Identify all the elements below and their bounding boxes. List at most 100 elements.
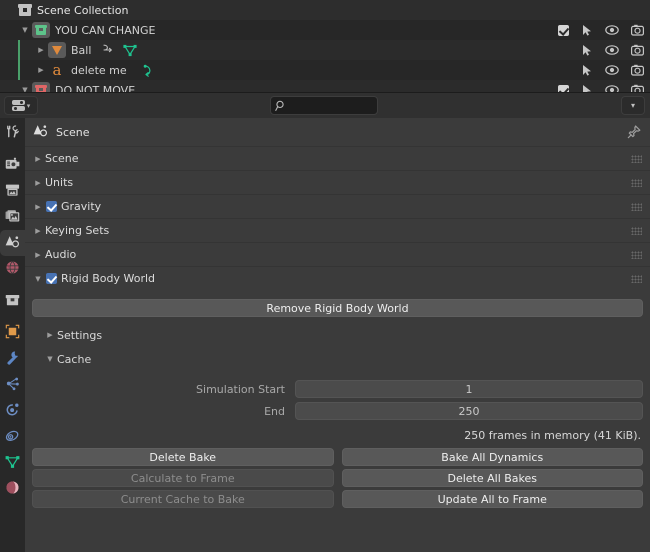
panel-header-rigid-body-world[interactable]: ▼ Rigid Body World — [25, 266, 650, 290]
field-simulation-start[interactable]: Simulation Start 1 — [25, 379, 650, 399]
eye-icon[interactable] — [605, 84, 619, 92]
scene-cone-sphere-icon — [33, 124, 48, 141]
animation-data-icon[interactable] — [141, 64, 155, 77]
outliner-row-label: Scene Collection — [37, 3, 129, 17]
field-end[interactable]: End 250 — [25, 401, 650, 421]
subpanel-header-settings[interactable]: ▶ Settings — [25, 323, 650, 347]
disclosure-triangle[interactable]: ▼ — [18, 80, 32, 92]
world-globe-icon — [5, 260, 20, 278]
exclude-checkbox[interactable] — [558, 24, 569, 36]
tab-physics[interactable] — [0, 398, 25, 424]
camera-icon[interactable] — [631, 44, 645, 56]
outliner-row-toggles[interactable] — [558, 80, 644, 92]
tab-view-layer[interactable] — [0, 204, 25, 230]
disclosure-triangle[interactable]: ▶ — [34, 40, 48, 60]
eye-icon[interactable] — [605, 24, 619, 36]
cursor-select-icon[interactable] — [581, 64, 593, 76]
calculate-to-frame-button[interactable]: Calculate to Frame — [32, 469, 334, 487]
collection-icon-green — [32, 22, 50, 38]
cursor-select-icon[interactable] — [581, 24, 593, 36]
disclosure-triangle[interactable]: ▶ — [43, 331, 57, 339]
current-cache-to-bake-button[interactable]: Current Cache to Bake — [32, 490, 334, 508]
tab-modifiers[interactable] — [0, 346, 25, 372]
hierarchy-line — [18, 40, 20, 60]
tab-output[interactable] — [0, 178, 25, 204]
tab-tool[interactable] — [0, 120, 25, 146]
subpanel-header-cache[interactable]: ▼ Cache — [25, 347, 650, 371]
camera-icon[interactable] — [631, 24, 645, 36]
collection-icon — [18, 3, 32, 17]
tab-scene[interactable] — [0, 230, 25, 256]
cursor-select-icon[interactable] — [581, 84, 593, 92]
render-camera-icon — [5, 157, 20, 174]
disclosure-triangle[interactable]: ▶ — [31, 203, 45, 211]
field-value[interactable]: 250 — [295, 402, 643, 420]
panel-header-scene[interactable]: ▶ Scene — [25, 146, 650, 170]
tab-constraints[interactable] — [0, 424, 25, 450]
modifier-icon[interactable] — [101, 44, 115, 56]
view-layer-images-icon — [5, 209, 20, 226]
disclosure-triangle[interactable]: ▶ — [34, 60, 48, 80]
disclosure-triangle[interactable]: ▶ — [31, 155, 45, 163]
tab-world[interactable] — [0, 256, 25, 282]
tab-object-data[interactable] — [0, 450, 25, 476]
panel-header-units[interactable]: ▶ Units — [25, 170, 650, 194]
disclosure-triangle[interactable]: ▼ — [31, 275, 45, 283]
panel-label: Scene — [45, 152, 79, 165]
editor-type-selector[interactable]: ▾ — [4, 96, 38, 115]
outliner-row-you-can-change[interactable]: ▼ YOU CAN CHANGE — [0, 20, 650, 40]
mesh-data-icon[interactable] — [123, 44, 138, 57]
constraints-icon — [5, 428, 20, 446]
eye-icon[interactable] — [605, 44, 619, 56]
panel-label: Keying Sets — [45, 224, 110, 237]
tab-particles[interactable] — [0, 372, 25, 398]
field-value[interactable]: 1 — [295, 380, 643, 398]
outliner-row-label: Ball — [71, 43, 92, 57]
delete-all-bakes-button[interactable]: Delete All Bakes — [341, 469, 643, 487]
disclosure-triangle[interactable]: ▼ — [18, 20, 32, 40]
pin-icon[interactable] — [627, 125, 641, 139]
field-label: End — [264, 404, 285, 418]
gravity-checkbox[interactable] — [46, 201, 57, 212]
camera-icon[interactable] — [631, 84, 644, 92]
outliner-row-delete-me[interactable]: ▶ a delete me — [0, 60, 650, 80]
camera-icon[interactable] — [631, 64, 645, 76]
delete-bake-button[interactable]: Delete Bake — [32, 448, 334, 466]
panel-label: Units — [45, 176, 74, 189]
remove-rigid-body-world-button[interactable]: Remove Rigid Body World — [32, 299, 643, 317]
filter-dropdown-button[interactable]: ▾ — [621, 96, 645, 115]
rigid-body-world-checkbox[interactable] — [46, 273, 57, 284]
panel-header-keying-sets[interactable]: ▶ Keying Sets — [25, 218, 650, 242]
tab-object[interactable] — [0, 320, 25, 346]
panel-header-audio[interactable]: ▶ Audio — [25, 242, 650, 266]
tab-material[interactable] — [0, 476, 25, 502]
search-input[interactable] — [287, 100, 367, 111]
disclosure-triangle[interactable]: ▶ — [31, 227, 45, 235]
update-all-to-frame-button[interactable]: Update All to Frame — [341, 490, 643, 508]
tab-render[interactable] — [0, 152, 25, 178]
outliner-row-scene-collection[interactable]: Scene Collection — [0, 0, 650, 20]
panel-label: Rigid Body World — [61, 272, 156, 285]
tab-collection[interactable] — [0, 288, 25, 314]
outliner-editor[interactable]: Scene Collection ▼ YOU CAN CHANGE ▶ Ball… — [0, 0, 650, 92]
cursor-select-icon[interactable] — [581, 44, 593, 56]
panel-grip-icon — [631, 155, 642, 163]
panel-grip-icon — [631, 203, 642, 211]
chevron-down-icon: ▾ — [630, 101, 635, 110]
disclosure-triangle[interactable]: ▼ — [43, 355, 57, 363]
outliner-row-ball[interactable]: ▶ Ball — [0, 40, 650, 60]
properties-tab-strip[interactable] — [0, 118, 25, 552]
outliner-row-toggles[interactable] — [581, 40, 645, 60]
outliner-row-do-not-move[interactable]: ▼ DO NOT MOVE — [0, 80, 650, 92]
eye-icon[interactable] — [605, 64, 619, 76]
mesh-object-icon — [48, 42, 66, 58]
bake-all-dynamics-button[interactable]: Bake All Dynamics — [341, 448, 643, 466]
disclosure-triangle[interactable]: ▶ — [31, 179, 45, 187]
disclosure-triangle[interactable]: ▶ — [31, 251, 45, 259]
outliner-row-toggles[interactable] — [581, 60, 645, 80]
panel-header-gravity[interactable]: ▶ Gravity — [25, 194, 650, 218]
outliner-row-toggles[interactable] — [558, 20, 645, 40]
search-field[interactable] — [270, 96, 378, 115]
properties-panel-body: Scene ▶ Scene ▶ Units ▶ Gravity ▶ Keying… — [25, 118, 650, 552]
exclude-checkbox[interactable] — [558, 84, 569, 92]
